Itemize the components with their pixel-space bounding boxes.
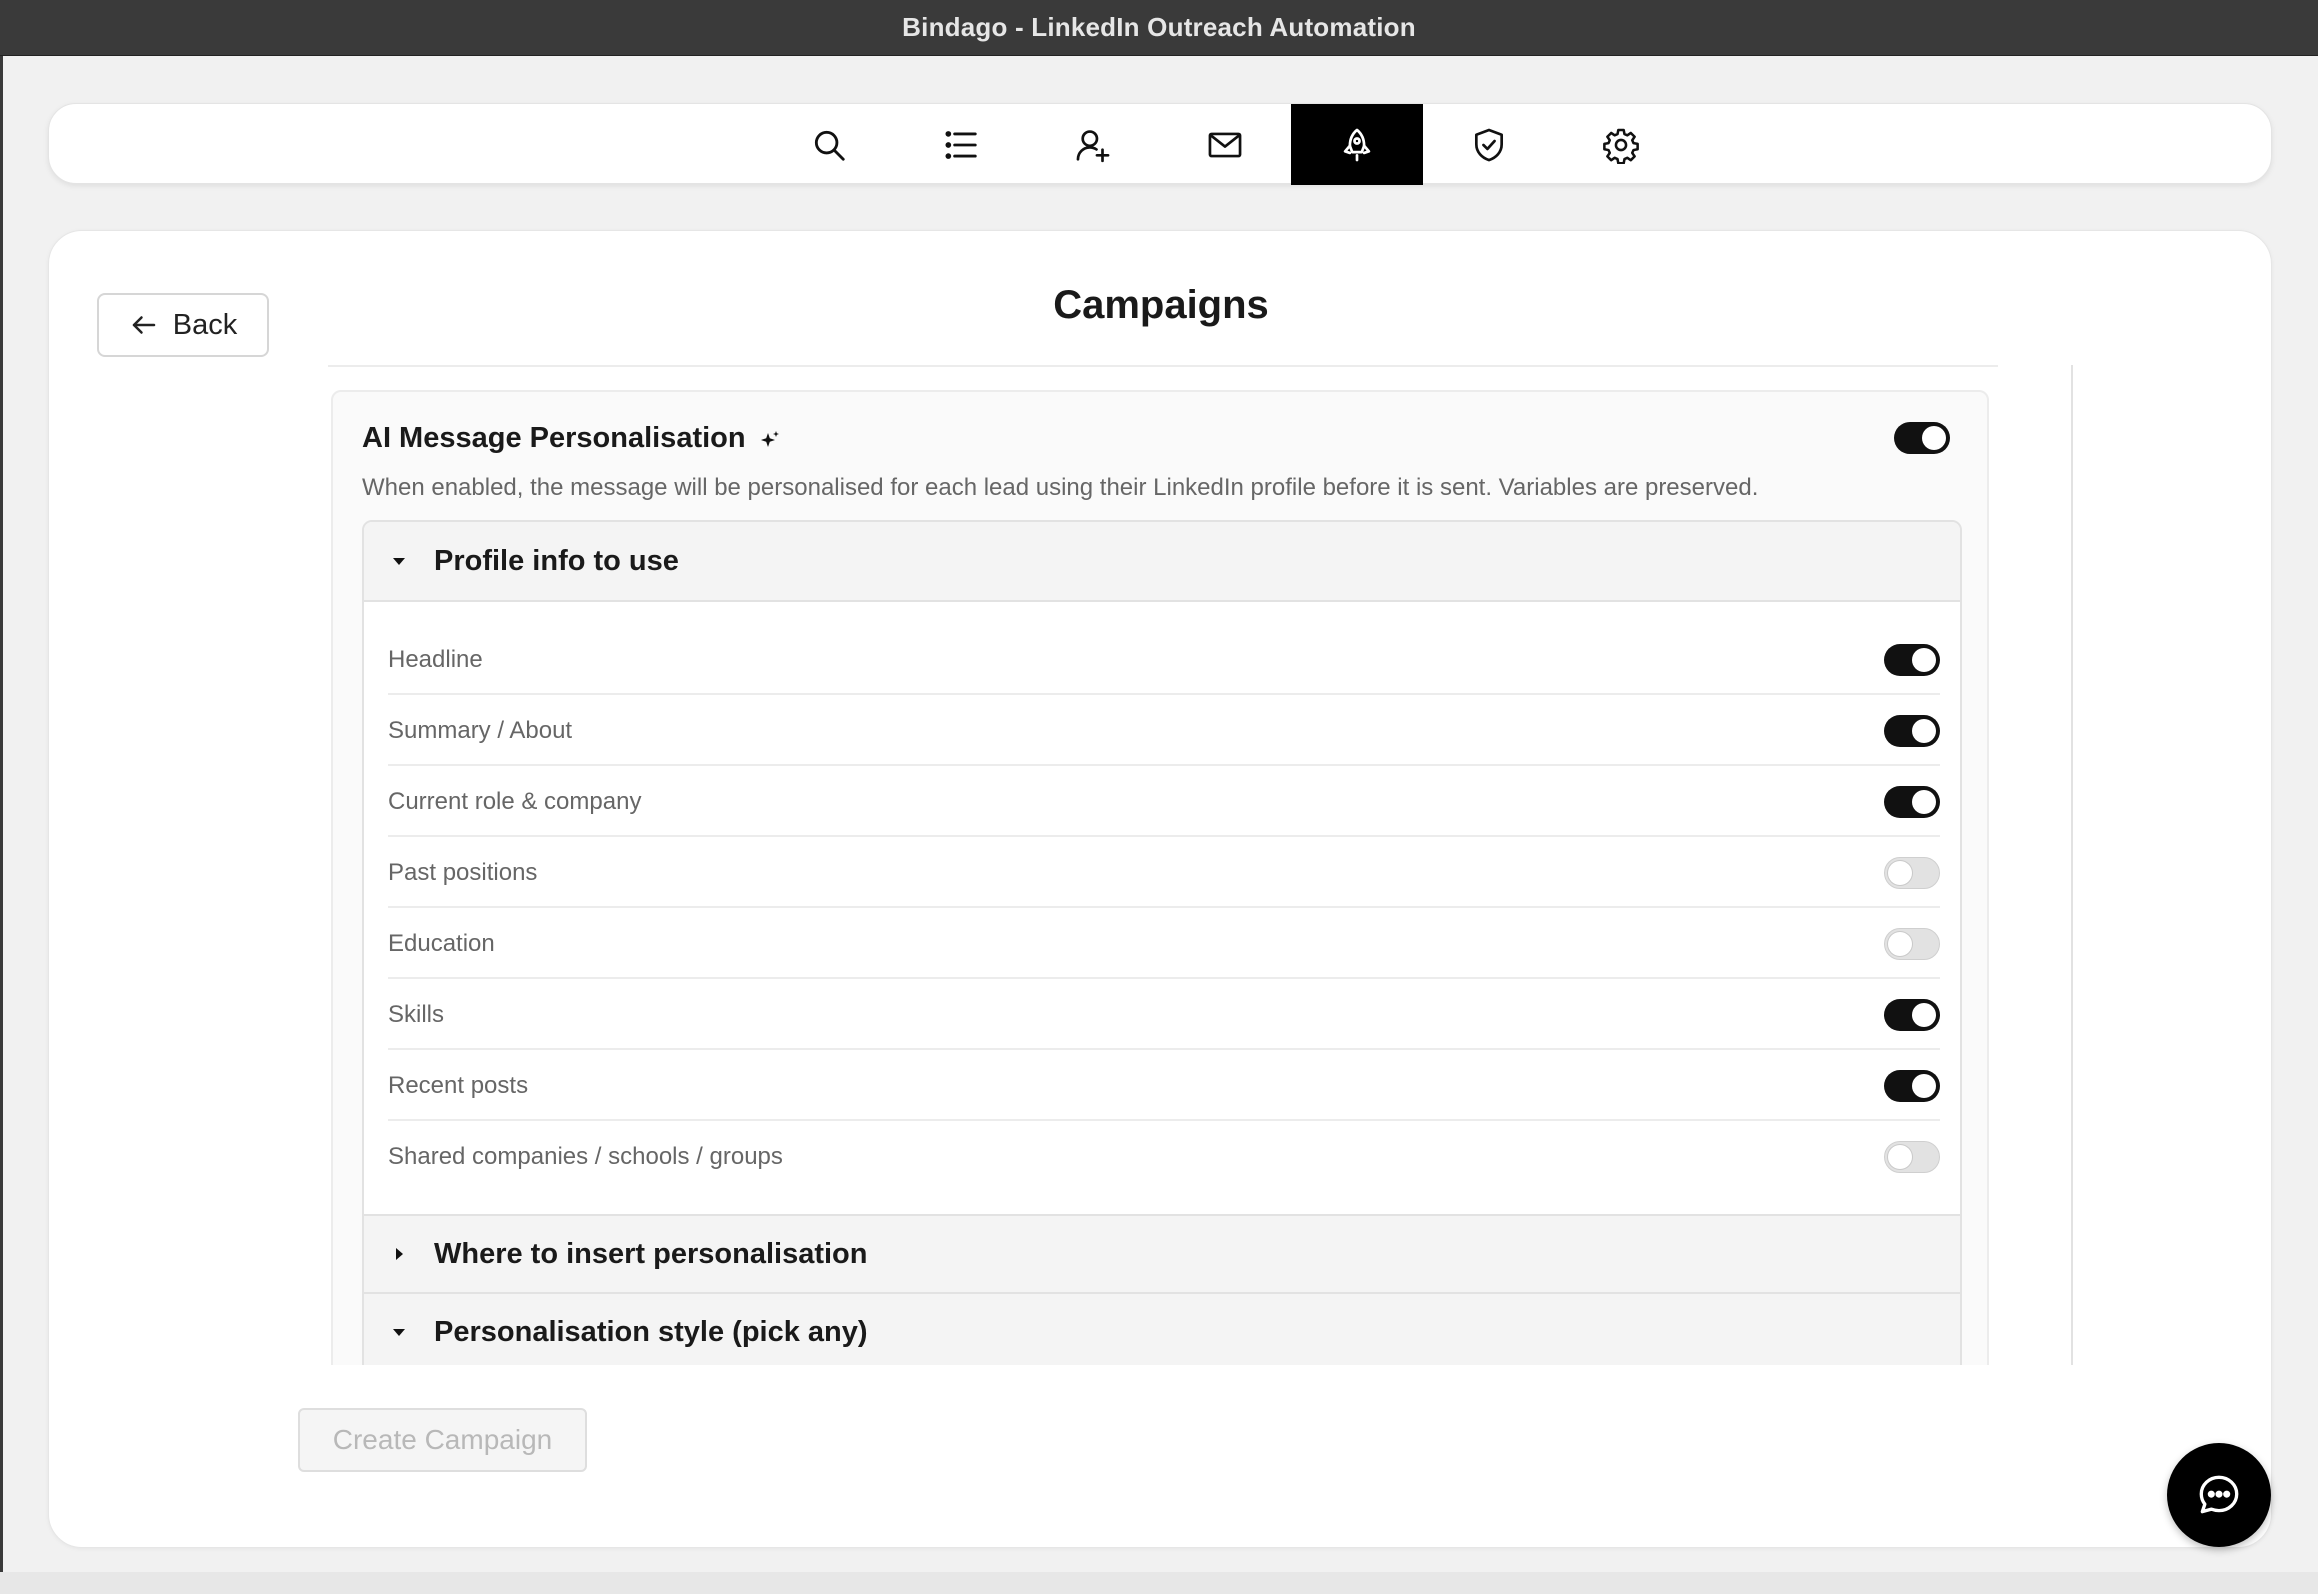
ai-personalisation-title: AI Message Personalisation — [362, 422, 746, 454]
nav-leads-button[interactable] — [1027, 104, 1159, 185]
option-label: Past positions — [388, 858, 538, 886]
option-row-education: Education — [388, 908, 1940, 979]
create-campaign-button[interactable]: Create Campaign — [298, 1408, 587, 1472]
option-label: Current role & company — [388, 787, 642, 815]
toggle-past-positions[interactable] — [1884, 857, 1940, 889]
ai-personalisation-toggle[interactable] — [1894, 422, 1950, 454]
list-icon — [945, 130, 977, 159]
caret-down-icon — [390, 552, 408, 570]
option-row-recent-posts: Recent posts — [388, 1050, 1940, 1121]
accordion-header-where-to-insert[interactable]: Where to insert personalisation — [364, 1216, 1960, 1292]
accordion-label: Where to insert personalisation — [434, 1237, 868, 1270]
toggle-skills[interactable] — [1884, 999, 1940, 1031]
option-row-summary: Summary / About — [388, 695, 1940, 766]
option-label: Skills — [388, 1000, 445, 1028]
option-label: Education — [388, 929, 495, 957]
toggle-headline[interactable] — [1884, 644, 1940, 676]
toggle-education[interactable] — [1884, 928, 1940, 960]
accordion-header-profile-info[interactable]: Profile info to use — [364, 522, 1960, 600]
mail-icon — [1208, 132, 1242, 157]
section-divider — [328, 365, 1998, 367]
chat-support-button[interactable] — [2167, 1443, 2271, 1547]
nav-safety-button[interactable] — [1423, 104, 1555, 185]
option-label: Recent posts — [388, 1071, 529, 1099]
accordion-label: Profile info to use — [434, 544, 679, 577]
option-label: Shared companies / schools / groups — [388, 1142, 783, 1170]
window-edge — [0, 56, 3, 1594]
toggle-current-role[interactable] — [1884, 786, 1940, 818]
accordion-divider — [364, 600, 1960, 602]
personalisation-accordion: Profile info to use Headline Summary / A… — [362, 520, 1962, 1365]
option-row-shared: Shared companies / schools / groups — [388, 1121, 1940, 1192]
option-row-current-role: Current role & company — [388, 766, 1940, 837]
nav-icon-group — [763, 104, 1687, 185]
toggle-shared[interactable] — [1884, 1141, 1940, 1173]
nav-search-button[interactable] — [763, 104, 895, 185]
window-titlebar: Bindago - LinkedIn Outreach Automation — [0, 0, 2318, 56]
sparkle-icon — [760, 430, 779, 447]
ai-personalisation-panel: AI Message Personalisation When enabled,… — [331, 390, 1989, 1365]
nav-inbox-button[interactable] — [1159, 104, 1291, 185]
main-card: Back Campaigns AI Message Personalisatio… — [48, 230, 2272, 1548]
nav-settings-button[interactable] — [1555, 104, 1687, 185]
user-add-icon — [1076, 129, 1110, 162]
shield-check-icon — [1474, 128, 1504, 161]
rocket-icon — [1343, 128, 1371, 161]
window-title: Bindago - LinkedIn Outreach Automation — [902, 12, 1416, 42]
toggle-recent-posts[interactable] — [1884, 1070, 1940, 1102]
toggle-summary[interactable] — [1884, 715, 1940, 747]
accordion-label: Personalisation style (pick any) — [434, 1315, 868, 1348]
option-row-past-positions: Past positions — [388, 837, 1940, 908]
ai-personalisation-heading: AI Message Personalisation — [362, 422, 782, 455]
option-row-skills: Skills — [388, 979, 1940, 1050]
option-row-headline: Headline — [388, 624, 1940, 695]
window-bottom-strip — [0, 1572, 2318, 1594]
option-label: Headline — [388, 645, 483, 673]
search-icon — [814, 130, 845, 161]
chat-bubble-icon — [2199, 1475, 2239, 1514]
accordion-header-style[interactable]: Personalisation style (pick any) — [364, 1294, 1960, 1365]
top-navigation — [48, 103, 2272, 185]
caret-down-icon — [390, 1323, 408, 1341]
caret-right-icon — [390, 1245, 408, 1263]
option-label: Summary / About — [388, 716, 573, 744]
nav-campaigns-button[interactable] — [1291, 104, 1423, 185]
gear-icon — [1603, 128, 1639, 164]
ai-personalisation-description: When enabled, the message will be person… — [362, 474, 1759, 501]
campaign-form-scroll-area[interactable]: AI Message Personalisation When enabled,… — [298, 365, 2073, 1365]
page-title: Campaigns — [1053, 283, 1269, 327]
nav-lists-button[interactable] — [895, 104, 1027, 185]
